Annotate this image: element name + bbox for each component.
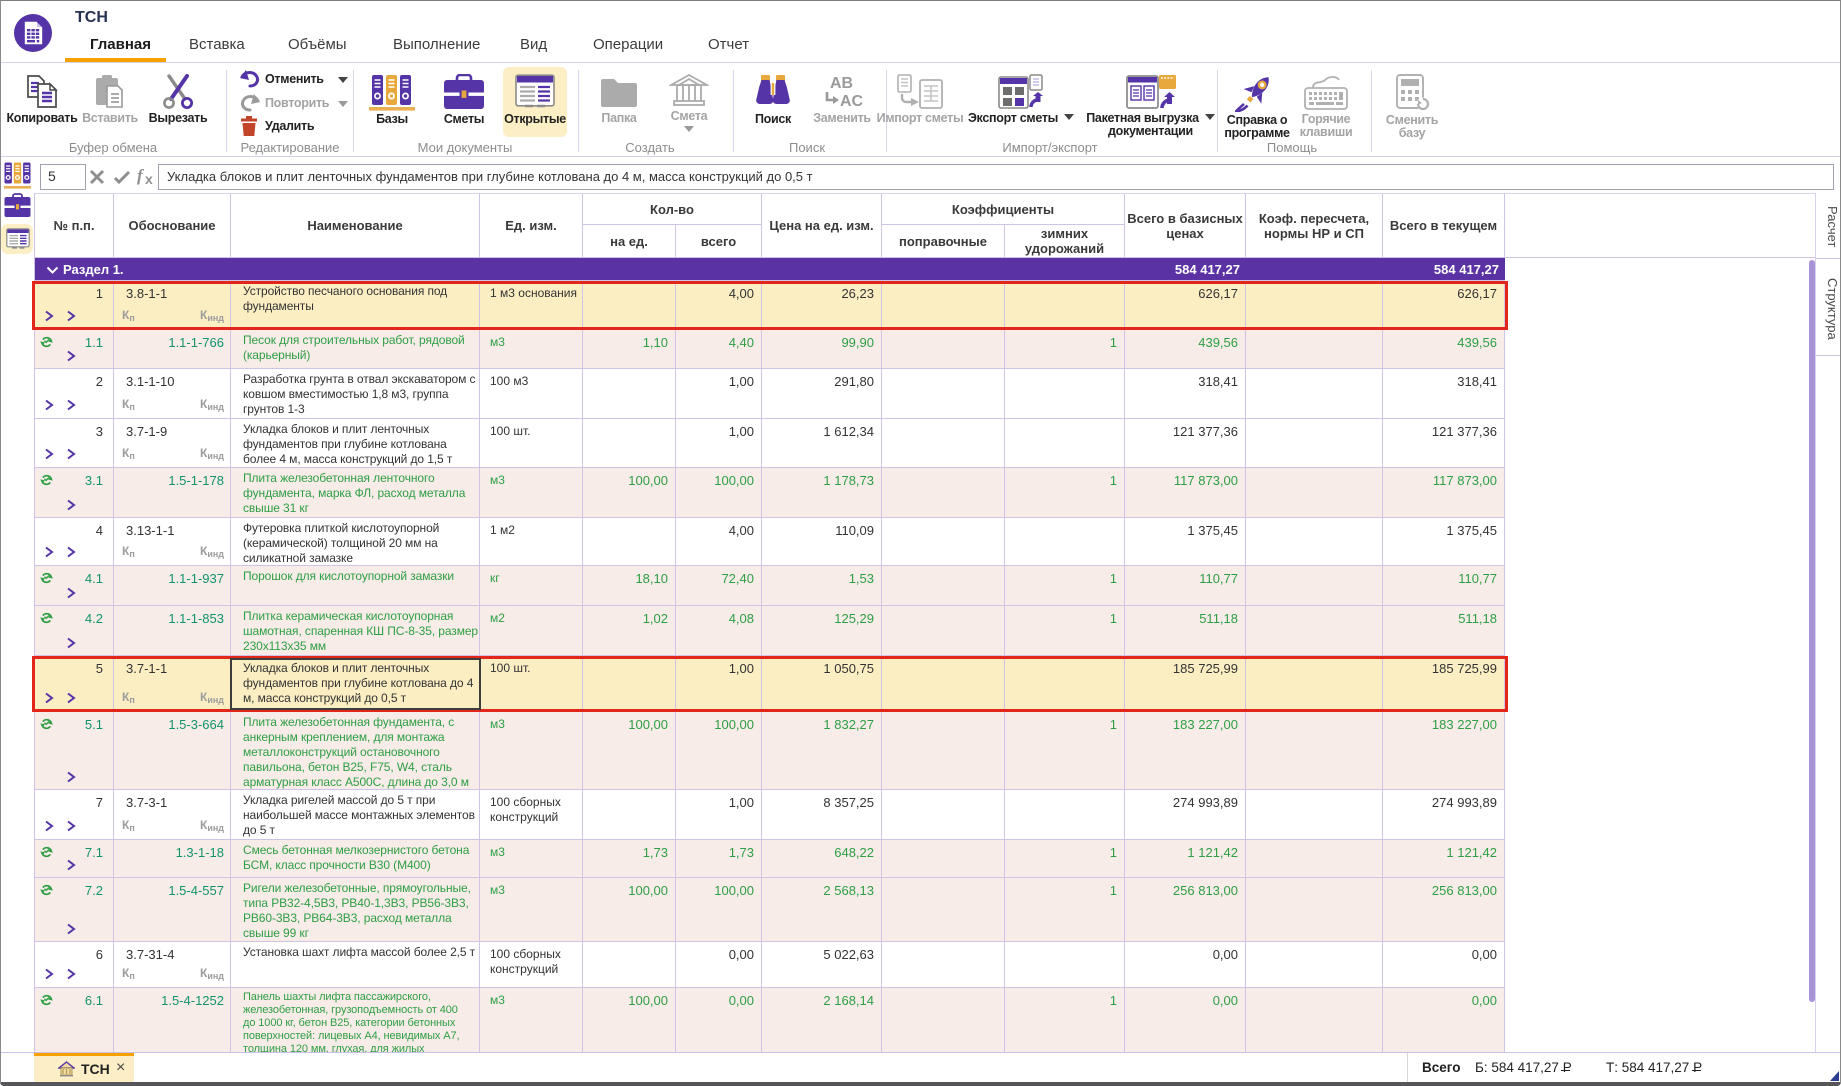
svg-text:AC: AC [840,93,864,110]
svg-text:AB: AB [830,75,853,92]
